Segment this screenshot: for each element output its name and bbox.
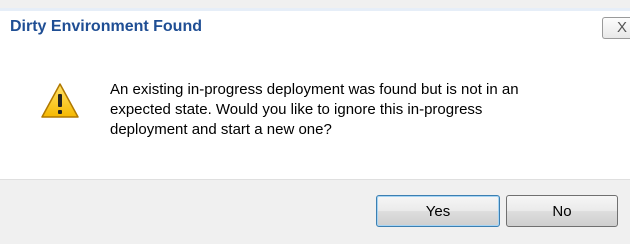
close-button[interactable]: X [602,17,630,39]
warning-icon [41,83,79,118]
dialog-message: An existing in-progress deployment was f… [110,80,610,140]
no-button[interactable]: No [506,195,618,227]
dialog-content: An existing in-progress deployment was f… [0,41,630,179]
message-line: expected state. Would you like to ignore… [110,101,483,118]
yes-button[interactable]: Yes [376,195,500,227]
message-line: An existing in-progress deployment was f… [110,81,519,98]
close-icon: X [617,19,628,36]
dialog-title: Dirty Environment Found [10,18,202,35]
title-bar-accent [0,8,630,11]
dialog-window: Dirty Environment Found X An existing in… [0,0,630,244]
title-bar: Dirty Environment Found X [0,8,630,41]
message-line: deployment and start a new one? [110,121,332,138]
